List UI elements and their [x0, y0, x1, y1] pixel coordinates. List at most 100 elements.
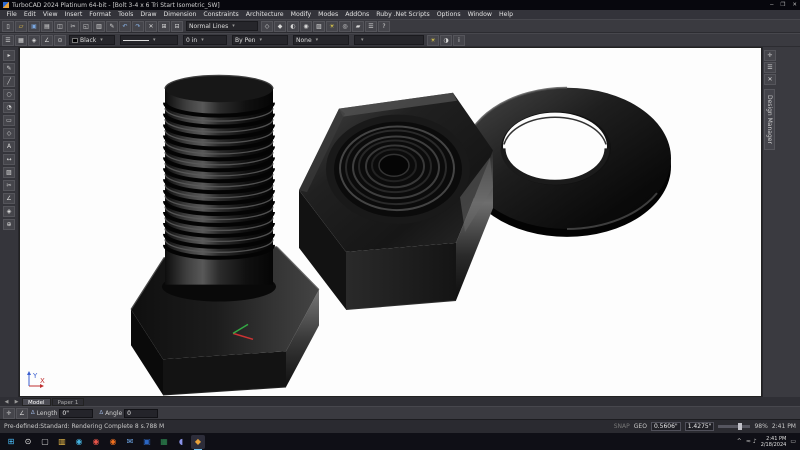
select-tool-icon[interactable]: ▸: [3, 50, 15, 61]
edge-icon[interactable]: ◉: [72, 435, 86, 449]
pen-pattern-dropdown[interactable]: ▾: [120, 35, 178, 45]
zoom-tool-icon[interactable]: ⊕: [3, 219, 15, 230]
volume-icon[interactable]: ♪: [753, 438, 757, 445]
pen-color-dropdown[interactable]: Black ▾: [69, 35, 115, 45]
line-style-dropdown[interactable]: Normal Lines ▾: [186, 21, 258, 31]
help-icon[interactable]: ?: [378, 20, 390, 32]
osnap-icon[interactable]: ⊙: [54, 34, 66, 46]
rect-tool-icon[interactable]: ▭: [3, 115, 15, 126]
panel-menu-icon[interactable]: ☰: [764, 62, 776, 73]
tab-paper-1[interactable]: Paper 1: [51, 397, 85, 406]
network-icon[interactable]: ≈: [746, 438, 751, 445]
lights-icon[interactable]: ☀: [326, 20, 338, 32]
taskbar-clock[interactable]: 2:41 PM 2/18/2024: [761, 436, 787, 448]
text-tool-icon[interactable]: A: [3, 141, 15, 152]
copy-icon[interactable]: ◱: [80, 20, 92, 32]
layer-dropdown[interactable]: ▾: [354, 35, 424, 45]
tab-scroll-right-button[interactable]: ▶: [12, 399, 21, 405]
turbocad-taskbar-icon[interactable]: ◆: [191, 434, 205, 450]
render-settings-icon[interactable]: ◑: [440, 34, 452, 46]
hidden-line-icon[interactable]: ◆: [274, 20, 286, 32]
menu-file[interactable]: File: [3, 11, 20, 18]
new-icon[interactable]: ▯: [2, 20, 14, 32]
discord-icon[interactable]: ◖: [174, 435, 188, 449]
tab-scroll-left-button[interactable]: ◀: [2, 399, 11, 405]
trim-tool-icon[interactable]: ✂: [3, 180, 15, 191]
menu-tools[interactable]: Tools: [115, 11, 137, 18]
snap-toggle[interactable]: SNAP: [614, 423, 630, 430]
maximize-button[interactable]: ❐: [780, 2, 785, 8]
format-brush-icon[interactable]: ✎: [106, 20, 118, 32]
tray-chevron-icon[interactable]: ^: [737, 438, 742, 445]
notification-icon[interactable]: ▭: [790, 438, 796, 445]
undo-icon[interactable]: ↶: [119, 20, 131, 32]
grid-icon[interactable]: ▦: [15, 34, 27, 46]
word-icon[interactable]: ▣: [140, 435, 154, 449]
draft-render-icon[interactable]: ◐: [287, 20, 299, 32]
arc-tool-icon[interactable]: ◔: [3, 102, 15, 113]
zoom-slider-thumb[interactable]: [737, 423, 742, 430]
camera-icon[interactable]: ◎: [339, 20, 351, 32]
design-manager-tab[interactable]: Design Manager: [764, 89, 775, 150]
pen-tool-icon[interactable]: ✎: [3, 63, 15, 74]
wireframe-icon[interactable]: ◇: [261, 20, 273, 32]
snap-tool-icon[interactable]: ◈: [3, 206, 15, 217]
save-icon[interactable]: ▣: [28, 20, 40, 32]
menu-edit[interactable]: Edit: [20, 11, 39, 18]
layers-icon[interactable]: ☰: [2, 34, 14, 46]
menu-constraints[interactable]: Constraints: [200, 11, 242, 18]
dimension-tool-icon[interactable]: ↔: [3, 154, 15, 165]
brush-style-dropdown[interactable]: By Pen ▾: [232, 35, 288, 45]
circle-tool-icon[interactable]: ○: [3, 89, 15, 100]
materials-icon[interactable]: ▨: [313, 20, 325, 32]
minimize-button[interactable]: ─: [770, 2, 773, 8]
geo-toggle[interactable]: GEO: [634, 423, 647, 430]
info-icon[interactable]: i: [453, 34, 465, 46]
cut-icon[interactable]: ✂: [67, 20, 79, 32]
ortho-icon[interactable]: ∠: [41, 34, 53, 46]
menu-insert[interactable]: Insert: [61, 11, 86, 18]
search-button[interactable]: ⊙: [21, 435, 35, 449]
close-button[interactable]: ✕: [792, 2, 797, 8]
polygon-tool-icon[interactable]: ◇: [3, 128, 15, 139]
redo-icon[interactable]: ↷: [132, 20, 144, 32]
quality-render-icon[interactable]: ◉: [300, 20, 312, 32]
task-view-button[interactable]: ▢: [38, 435, 52, 449]
firefox-icon[interactable]: ◉: [106, 435, 120, 449]
menu-addons[interactable]: AddOns: [342, 11, 373, 18]
menu-format[interactable]: Format: [86, 11, 115, 18]
print-preview-icon[interactable]: ◫: [54, 20, 66, 32]
menu-ruby-net-scripts[interactable]: Ruby .Net Scripts: [373, 11, 433, 18]
measure-tool-icon[interactable]: ∠: [3, 193, 15, 204]
menu-options[interactable]: Options: [433, 11, 464, 18]
print-icon[interactable]: ▤: [41, 20, 53, 32]
menu-modify[interactable]: Modify: [287, 11, 315, 18]
panel-close-icon[interactable]: ✕: [764, 74, 776, 85]
lightbulb-icon[interactable]: ☀: [427, 34, 439, 46]
coord-lock-icon[interactable]: ✛: [3, 407, 15, 419]
excel-icon[interactable]: ▦: [157, 435, 171, 449]
start-button[interactable]: ⊞: [4, 435, 18, 449]
coord-angle-icon[interactable]: ∠: [16, 407, 28, 419]
menu-dimension[interactable]: Dimension: [160, 11, 200, 18]
drawing-canvas[interactable]: Y X: [19, 47, 762, 397]
bolt-3d[interactable]: [130, 74, 320, 396]
outlook-icon[interactable]: ✉: [123, 435, 137, 449]
workplane-icon[interactable]: ▰: [352, 20, 364, 32]
line-tool-icon[interactable]: ╱: [3, 76, 15, 87]
open-icon[interactable]: ▱: [15, 20, 27, 32]
menu-view[interactable]: View: [39, 11, 61, 18]
hatch-tool-icon[interactable]: ▨: [3, 167, 15, 178]
group-icon[interactable]: ⊞: [158, 20, 170, 32]
hatch-dropdown[interactable]: None ▾: [293, 35, 349, 45]
washer-3d[interactable]: [462, 86, 671, 237]
menu-architecture[interactable]: Architecture: [242, 11, 287, 18]
zoom-slider[interactable]: [718, 423, 751, 430]
pen-width-dropdown[interactable]: 0 in ▾: [183, 35, 227, 45]
file-explorer-icon[interactable]: ▥: [55, 435, 69, 449]
menu-window[interactable]: Window: [464, 11, 495, 18]
pin-icon[interactable]: ✛: [764, 50, 776, 61]
explode-icon[interactable]: ⊟: [171, 20, 183, 32]
menu-modes[interactable]: Modes: [315, 11, 342, 18]
snap-magnet-icon[interactable]: ◈: [28, 34, 40, 46]
